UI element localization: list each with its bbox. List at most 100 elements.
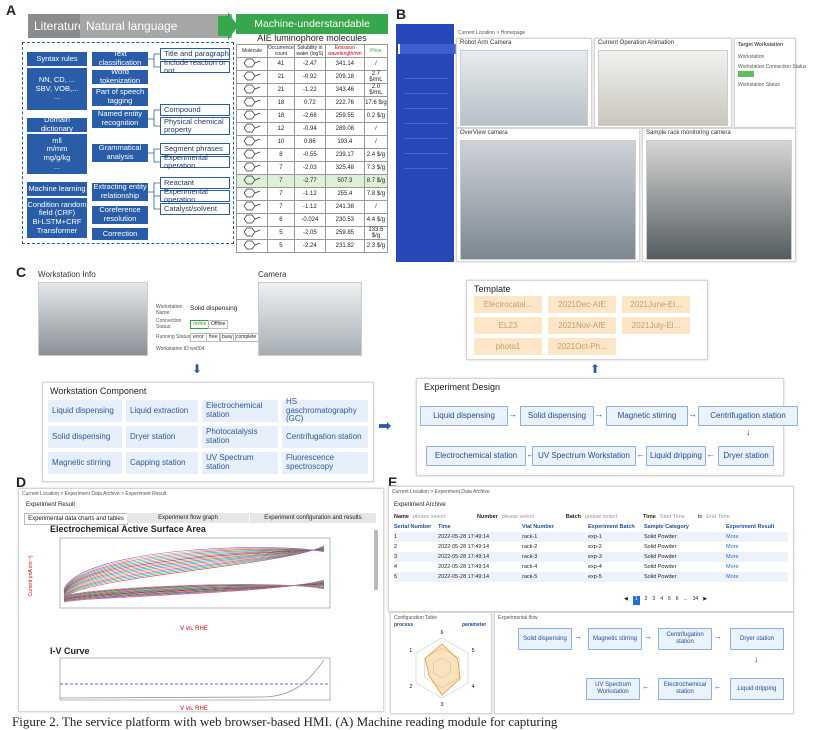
design-flow-step[interactable]: Liquid dripping: [646, 446, 706, 466]
table-row[interactable]: 1 2022-05-28 17:49:14 rack-1 exp-1 Solid Pow…: [394, 532, 788, 542]
d-tab-flow[interactable]: Experiment flow graph: [127, 513, 249, 523]
component-item[interactable]: Electrochemical station: [202, 400, 278, 422]
b-overview-feed[interactable]: [460, 140, 636, 260]
page-button[interactable]: 3: [652, 596, 655, 605]
c-ws-photo: [38, 282, 148, 356]
design-flow-step[interactable]: Solid dispensing: [520, 406, 594, 426]
template-item[interactable]: photo1: [474, 338, 542, 355]
b-menu-items[interactable]: [404, 64, 448, 174]
d-tab-config[interactable]: Experiment configuration and results: [250, 513, 376, 523]
b-cam-label-1: Robot Arm Camera: [460, 40, 512, 46]
b-menu-homepage[interactable]: [398, 44, 456, 54]
d-iv-chart: V vs. RHE: [59, 657, 331, 712]
component-item[interactable]: Capping station: [126, 452, 198, 474]
component-item[interactable]: Liquid dispensing: [48, 400, 122, 422]
b-sample-rack-feed[interactable]: [646, 140, 792, 260]
e-flow-step[interactable]: UV Spectrum Workstation: [586, 678, 640, 700]
page-button[interactable]: 1: [632, 596, 640, 605]
b-robot-arm-feed[interactable]: [460, 50, 588, 126]
more-link[interactable]: More: [726, 552, 788, 562]
design-flow-step[interactable]: Magnetic stirring: [606, 406, 688, 426]
component-item[interactable]: Liquid extraction: [126, 400, 198, 422]
table-cell: 2022-05-28 17:49:14: [438, 544, 490, 550]
c-status-complete: complete: [233, 333, 260, 342]
figure-caption: Figure 2. The service platform with web …: [12, 714, 558, 729]
aie-cell: 5: [267, 226, 295, 240]
molecule-structure-icon: [236, 83, 268, 97]
e-filter-name-input[interactable]: please select: [413, 514, 473, 520]
component-item[interactable]: Photocatalysis station: [202, 426, 278, 448]
template-item[interactable]: EL23: [474, 317, 542, 334]
table-row[interactable]: 2 2022-05-28 17:49:14 rack-2 exp-2 Solid Pow…: [394, 542, 788, 552]
units-text: mll m/mm mg/g/kg: [43, 135, 71, 162]
design-flow-step[interactable]: Centrifugation station: [698, 406, 798, 426]
more-link[interactable]: More: [726, 532, 788, 542]
template-item[interactable]: 2021Dec-AIE: [548, 296, 616, 313]
aie-cell: 7.8 $/g: [363, 187, 389, 201]
table-cell: 2022-05-28 17:49:14: [438, 564, 490, 570]
more-link[interactable]: More: [726, 562, 788, 572]
aie-cell: 18: [267, 109, 295, 123]
design-flow-step[interactable]: Liquid dispensing: [420, 406, 508, 426]
component-item[interactable]: Solid dispensing: [48, 426, 122, 448]
template-item[interactable]: Electrocatal...: [474, 296, 542, 313]
design-flow-step[interactable]: UV Spectrum Workstation: [532, 446, 636, 466]
component-item[interactable]: UV Spectrum station: [202, 452, 278, 474]
template-item[interactable]: 2021June-El...: [622, 296, 690, 313]
c-ws-name-label: Workstation Name:: [156, 304, 183, 316]
table-row[interactable]: 4 2022-05-28 17:49:14 rack-4 exp-4 Solid Pow…: [394, 562, 788, 572]
e-end-time-input[interactable]: End Time: [706, 514, 729, 520]
table-row[interactable]: 5 2022-05-28 17:49:14 rack-5 exp-5 Solid Pow…: [394, 572, 788, 582]
prev-page-icon[interactable]: ◀: [624, 596, 628, 605]
component-item[interactable]: Centrifugation station: [282, 426, 368, 448]
component-item[interactable]: Fluorescence spectroscopy: [282, 452, 368, 474]
d-easa-chart: V vs. RHE Current (mA cm⁻²): [28, 537, 331, 632]
page-button[interactable]: 4: [660, 596, 663, 605]
e-col-serial: Serial Number: [394, 524, 432, 530]
template-item[interactable]: 2021July-El...: [622, 317, 690, 334]
aie-cell: -0.94: [293, 122, 326, 136]
page-button[interactable]: 2: [645, 596, 648, 605]
e-flow-step[interactable]: Solid dispensing: [518, 628, 572, 650]
e-start-time-input[interactable]: Start Time: [660, 514, 694, 520]
component-item[interactable]: Magnetic stirring: [48, 452, 122, 474]
aie-cell: -2.77: [293, 174, 326, 188]
more-link[interactable]: More: [726, 542, 788, 552]
flow-arrow-icon: →: [688, 409, 697, 419]
e-flow-step[interactable]: Liquid dripping: [730, 678, 784, 700]
aie-cell: 241.38: [324, 200, 365, 214]
e-flow-step[interactable]: Magnetic stirring: [588, 628, 642, 650]
design-flow-step[interactable]: Dryer station: [718, 446, 774, 466]
out-experimental-op-2: Experimental operation: [160, 187, 230, 204]
page-button[interactable]: ...: [684, 596, 688, 605]
d-scrollbar[interactable]: [374, 530, 378, 590]
more-link[interactable]: More: [726, 572, 788, 582]
page-button[interactable]: 5: [668, 596, 671, 605]
e-flow-step[interactable]: Dryer station: [730, 628, 784, 650]
e-filter-batch-input[interactable]: please select: [585, 514, 639, 520]
page-button[interactable]: 34: [693, 596, 699, 605]
e-flow-step[interactable]: Centrifugation station: [658, 628, 712, 650]
template-item[interactable]: 2021Nov-AIE: [548, 317, 616, 334]
component-item[interactable]: Dryer station: [126, 426, 198, 448]
table-cell: exp-1: [588, 534, 602, 540]
next-page-icon[interactable]: ▶: [703, 596, 707, 605]
e-filter-number-input[interactable]: please select: [502, 514, 562, 520]
table-cell: Solid Powder: [644, 574, 677, 580]
table-row[interactable]: 3 2022-05-28 17:49:14 rack-3 exp-3 Solid Pow…: [394, 552, 788, 562]
page-button[interactable]: 6: [676, 596, 679, 605]
e-col-vial: Vial Number: [522, 524, 554, 530]
table-cell: rack-2: [522, 544, 538, 550]
y-axis-label: Current (mA cm⁻²): [28, 555, 34, 596]
table-cell: exp-2: [588, 544, 602, 550]
component-item[interactable]: HS gaschromatography (GC): [282, 397, 368, 423]
e-flow-step[interactable]: Electrochemical station: [658, 678, 712, 700]
table-cell: 1: [394, 534, 398, 540]
aie-row: 18 -2.68 259.55 0.2 $/g: [236, 109, 389, 123]
flow-arrow-icon: ←: [642, 682, 650, 691]
b-animation-feed[interactable]: [598, 50, 728, 126]
c-camera-feed[interactable]: [258, 282, 362, 356]
design-flow-step[interactable]: Electrochemical station: [426, 446, 526, 466]
template-item[interactable]: 2021Oct-Ph...: [548, 338, 616, 355]
aie-cell: 7: [267, 187, 295, 201]
